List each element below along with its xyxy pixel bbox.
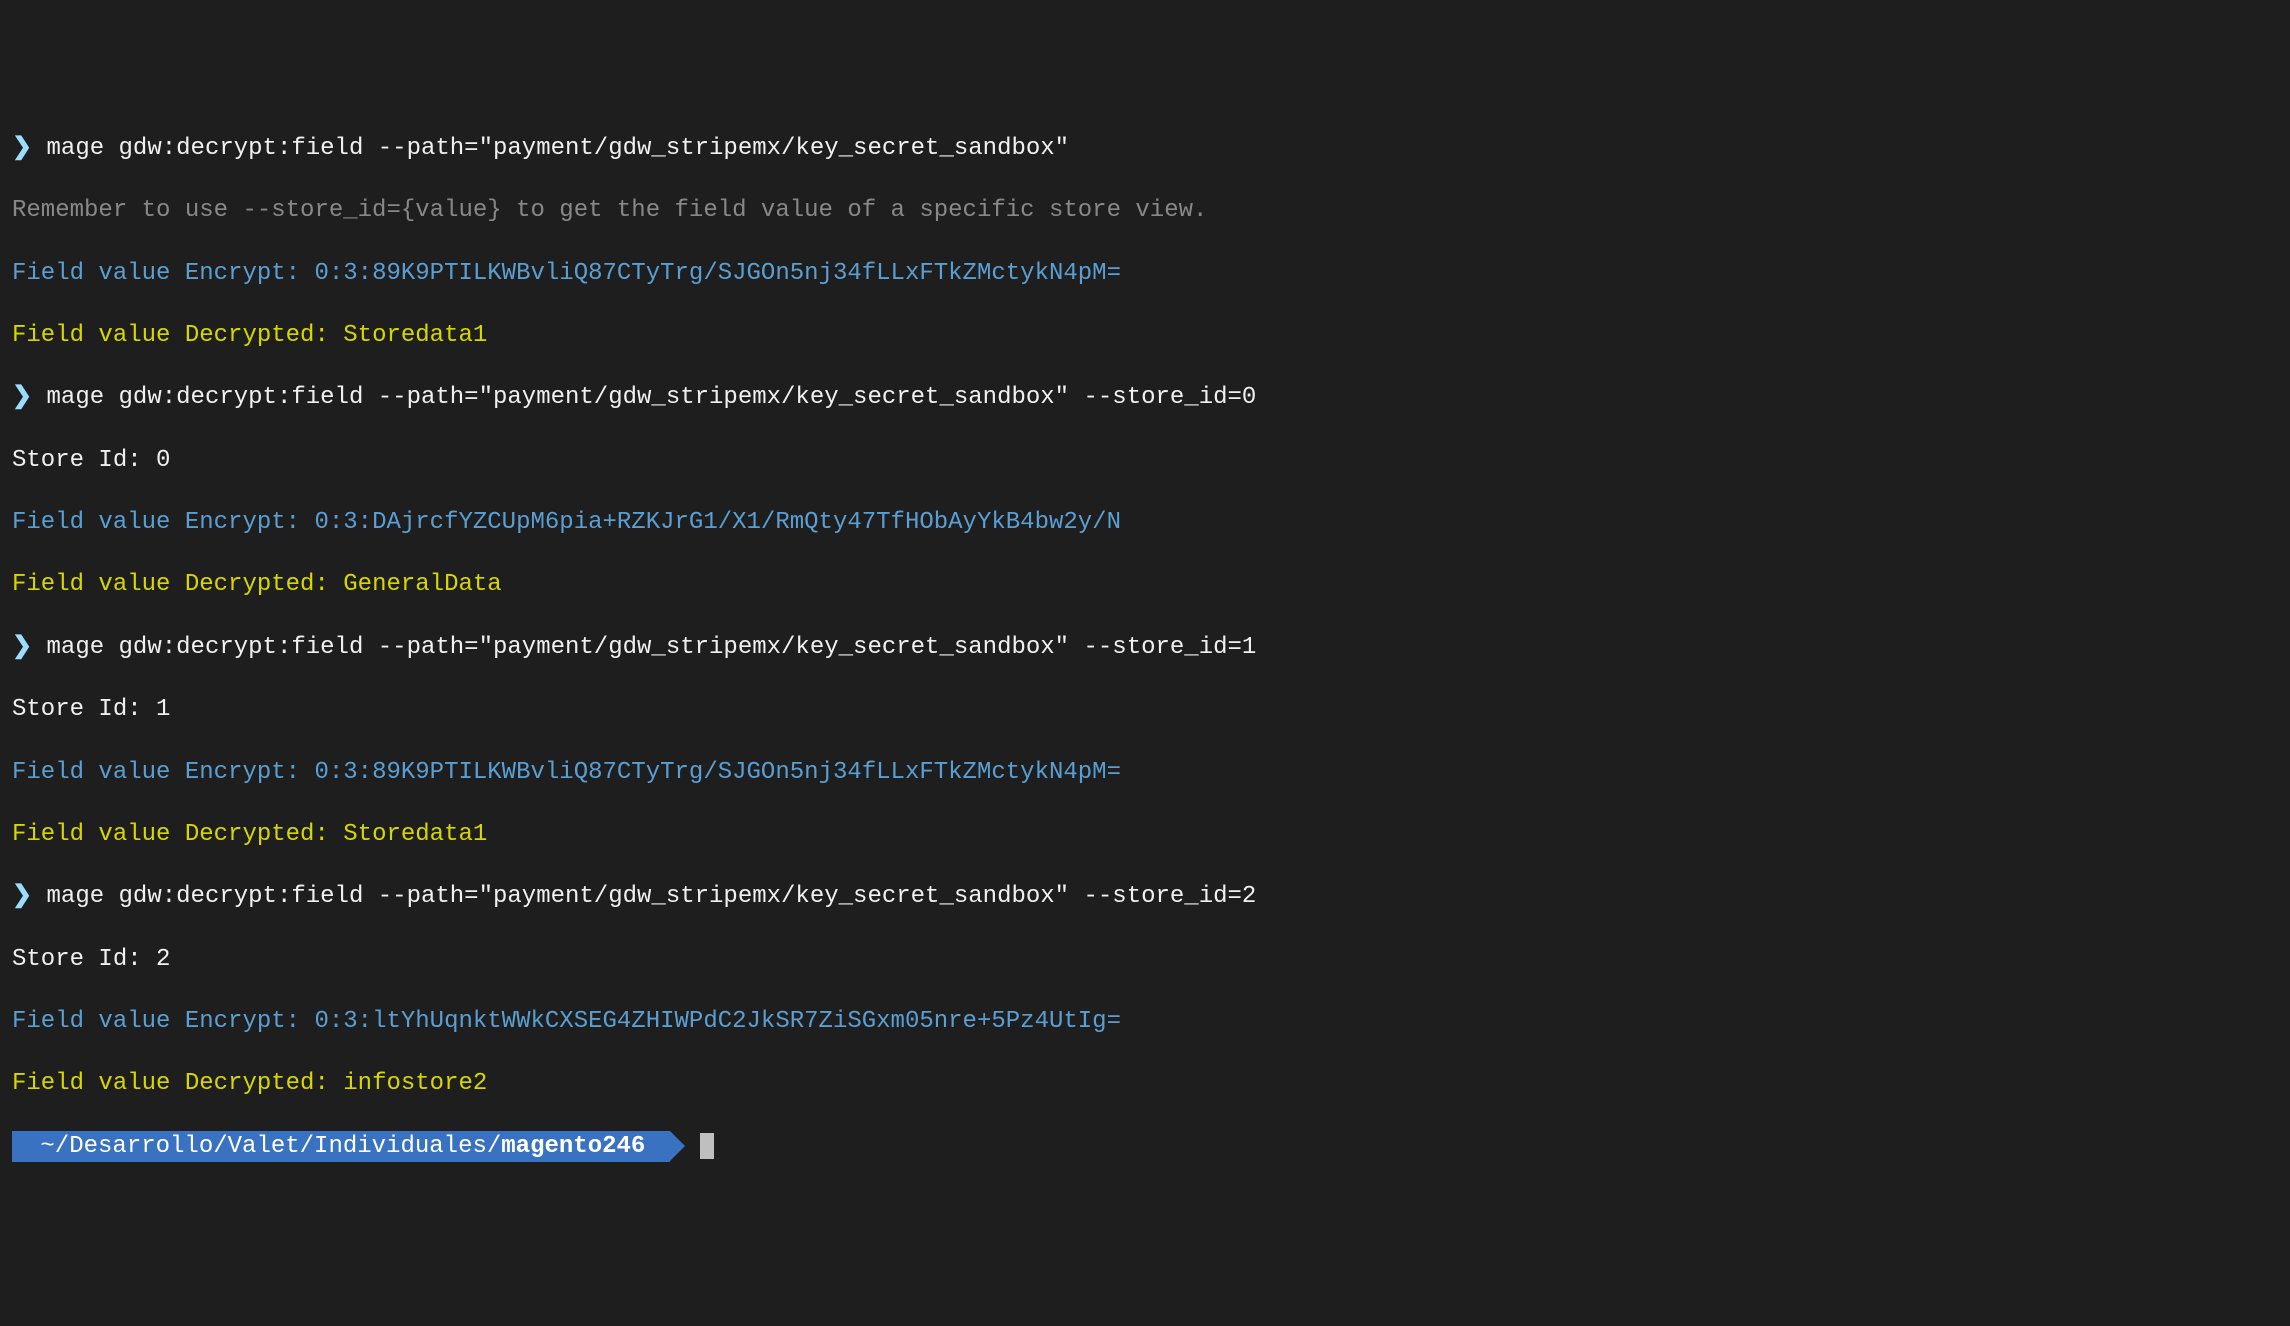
prompt-chevron: ❯ <box>12 384 32 411</box>
encrypt-label: Field value Encrypt: <box>12 759 314 786</box>
terminal-encrypt-line-1: Field value Encrypt: 0:3:89K9PTILKWBvliQ… <box>12 258 2278 289</box>
decrypt-value: GeneralData <box>343 571 501 598</box>
prompt-chevron: ❯ <box>12 135 32 162</box>
cwd-current-dir: magento246 <box>501 1133 659 1160</box>
terminal-store-id-line-2: Store Id: 2 <box>12 944 2278 975</box>
command-text: mage gdw:decrypt:field --path="payment/g… <box>32 135 1069 162</box>
cwd-path-prefix: ~/Desarrollo/Valet/Individuales/ <box>26 1133 501 1160</box>
terminal-store-id-line-1: Store Id: 1 <box>12 694 2278 725</box>
command-text: mage gdw:decrypt:field --path="payment/g… <box>32 634 1256 661</box>
terminal-encrypt-line-4: Field value Encrypt: 0:3:ltYhUqnktWWkCXS… <box>12 1006 2278 1037</box>
decrypt-label: Field value Decrypted: <box>12 1070 343 1097</box>
decrypt-value: infostore2 <box>343 1070 487 1097</box>
prompt-chevron: ❯ <box>12 634 32 661</box>
encrypt-value: 0:3:89K9PTILKWBvliQ87CTyTrg/SJGOn5nj34fL… <box>314 759 1121 786</box>
terminal-line-cmd-3: ❯ mage gdw:decrypt:field --path="payment… <box>12 632 2278 663</box>
encrypt-label: Field value Encrypt: <box>12 1008 314 1035</box>
terminal-encrypt-line-3: Field value Encrypt: 0:3:89K9PTILKWBvliQ… <box>12 757 2278 788</box>
terminal-hint-line: Remember to use --store_id={value} to ge… <box>12 195 2278 226</box>
terminal-encrypt-line-2: Field value Encrypt: 0:3:DAjrcfYZCUpM6pi… <box>12 507 2278 538</box>
encrypt-value: 0:3:DAjrcfYZCUpM6pia+RZKJrG1/X1/RmQty47T… <box>314 509 1121 536</box>
terminal-decrypt-line-2: Field value Decrypted: GeneralData <box>12 569 2278 600</box>
terminal-decrypt-line-1: Field value Decrypted: Storedata1 <box>12 320 2278 351</box>
encrypt-label: Field value Encrypt: <box>12 260 314 287</box>
decrypt-value: Storedata1 <box>343 322 487 349</box>
command-text: mage gdw:decrypt:field --path="payment/g… <box>32 384 1256 411</box>
encrypt-value: 0:3:89K9PTILKWBvliQ87CTyTrg/SJGOn5nj34fL… <box>314 260 1121 287</box>
decrypt-label: Field value Decrypted: <box>12 571 343 598</box>
encrypt-value: 0:3:ltYhUqnktWWkCXSEG4ZHIWPdC2JkSR7ZiSGx… <box>314 1008 1121 1035</box>
terminal-store-id-line-0: Store Id: 0 <box>12 445 2278 476</box>
cursor-icon <box>700 1133 714 1159</box>
decrypt-label: Field value Decrypted: <box>12 322 343 349</box>
terminal-decrypt-line-4: Field value Decrypted: infostore2 <box>12 1068 2278 1099</box>
terminal-line-cmd-4: ❯ mage gdw:decrypt:field --path="payment… <box>12 881 2278 912</box>
command-text: mage gdw:decrypt:field --path="payment/g… <box>32 883 1256 910</box>
terminal-line-cmd-2: ❯ mage gdw:decrypt:field --path="payment… <box>12 382 2278 413</box>
terminal-prompt-cwd[interactable]: ~/Desarrollo/Valet/Individuales/magento2… <box>12 1131 2278 1163</box>
prompt-chevron: ❯ <box>12 883 32 910</box>
terminal-line-cmd-1: ❯ mage gdw:decrypt:field --path="payment… <box>12 133 2278 164</box>
decrypt-value: Storedata1 <box>343 821 487 848</box>
cwd-path-segment: ~/Desarrollo/Valet/Individuales/magento2… <box>12 1131 670 1162</box>
decrypt-label: Field value Decrypted: <box>12 821 343 848</box>
terminal-decrypt-line-3: Field value Decrypted: Storedata1 <box>12 819 2278 850</box>
encrypt-label: Field value Encrypt: <box>12 509 314 536</box>
